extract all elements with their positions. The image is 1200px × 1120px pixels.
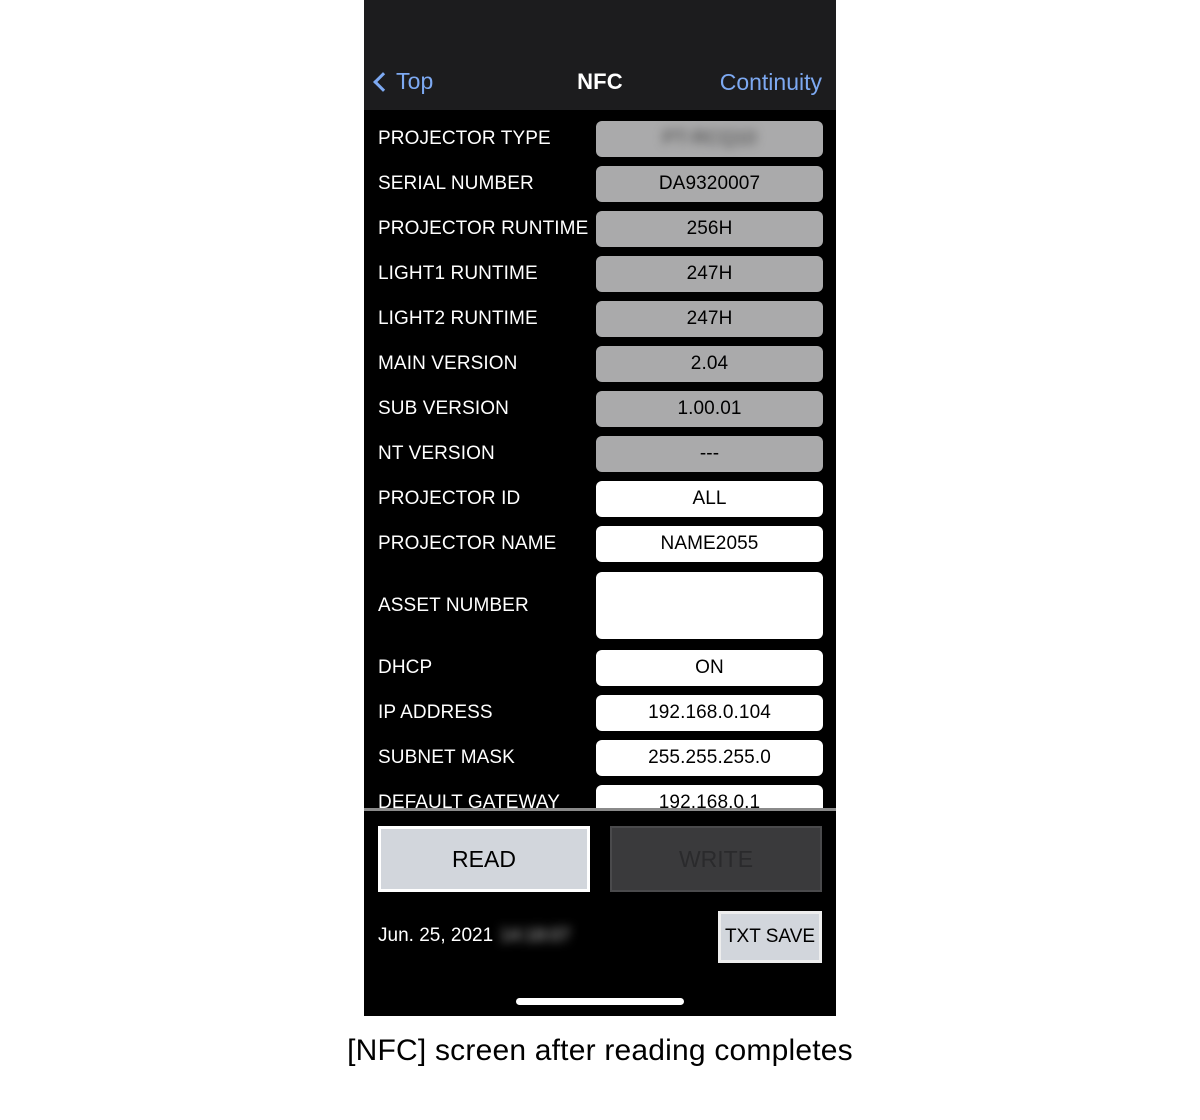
table-row: LIGHT2 RUNTIME 247H: [364, 296, 836, 341]
settings-list[interactable]: PROJECTOR TYPE PT-RCQ10 SERIAL NUMBER DA932…: [364, 110, 836, 810]
row-label: MAIN VERSION: [378, 352, 518, 374]
table-row: PROJECTOR ID ALL: [364, 476, 836, 521]
row-label: SUB VERSION: [378, 397, 509, 419]
row-value-readonly: 247H: [596, 300, 823, 337]
table-row: MAIN VERSION 2.04: [364, 341, 836, 386]
read-button[interactable]: READ: [378, 826, 590, 892]
row-label: PROJECTOR ID: [378, 487, 521, 509]
timestamp-date: Jun. 25, 2021: [378, 925, 494, 946]
home-indicator: [516, 998, 684, 1005]
row-value-input[interactable]: [596, 572, 823, 639]
phone-screen: Top NFC Continuity PROJECTOR TYPE PT-RCQ1…: [364, 0, 836, 1016]
table-row: DHCP ON: [364, 645, 836, 690]
row-label: IP ADDRESS: [378, 701, 493, 723]
row-value-input[interactable]: 255.255.255.0: [596, 739, 823, 776]
table-row: PROJECTOR TYPE PT-RCQ10: [364, 116, 836, 161]
row-label: LIGHT1 RUNTIME: [378, 262, 538, 284]
table-row: SERIAL NUMBER DA9320007: [364, 161, 836, 206]
row-label: PROJECTOR NAME: [378, 532, 557, 554]
row-value-input[interactable]: 192.168.0.1: [596, 784, 823, 810]
row-value-input[interactable]: ALL: [596, 480, 823, 517]
navigation-bar: Top NFC Continuity: [364, 60, 836, 110]
row-value-input[interactable]: NAME2055: [596, 525, 823, 562]
row-label: SUBNET MASK: [378, 746, 515, 768]
figure-caption: [NFC] screen after reading completes: [347, 1034, 853, 1067]
last-read-timestamp: Jun. 25, 2021 14:18:07: [378, 925, 570, 947]
row-label: PROJECTOR TYPE: [378, 127, 551, 149]
table-row: NT VERSION ---: [364, 431, 836, 476]
row-value-input[interactable]: ON: [596, 649, 823, 686]
write-button: WRITE: [610, 826, 822, 892]
table-row: PROJECTOR NAME NAME2055: [364, 521, 836, 566]
table-row: LIGHT1 RUNTIME 247H: [364, 251, 836, 296]
row-value-readonly: 256H: [596, 210, 823, 247]
row-label: ASSET NUMBER: [378, 594, 529, 616]
status-bar: [364, 0, 836, 60]
row-label: PROJECTOR RUNTIME: [378, 217, 589, 239]
row-value-input[interactable]: 192.168.0.104: [596, 694, 823, 731]
table-row: DEFAULT GATEWAY 192.168.0.1: [364, 780, 836, 810]
row-value-readonly: PT-RCQ10: [596, 120, 823, 157]
table-row: SUB VERSION 1.00.01: [364, 386, 836, 431]
table-row: SUBNET MASK 255.255.255.0: [364, 735, 836, 780]
row-label: DHCP: [378, 656, 433, 678]
row-value-readonly: DA9320007: [596, 165, 823, 202]
continuity-button[interactable]: Continuity: [720, 69, 822, 96]
row-label: NT VERSION: [378, 442, 495, 464]
txt-save-button[interactable]: TXT SAVE: [718, 911, 822, 963]
list-bottom-divider: [364, 808, 836, 811]
redacted-value: PT-RCQ10: [662, 127, 757, 149]
row-value-readonly: 247H: [596, 255, 823, 292]
row-label: LIGHT2 RUNTIME: [378, 307, 538, 329]
table-row: IP ADDRESS 192.168.0.104: [364, 690, 836, 735]
table-row: ASSET NUMBER: [364, 566, 836, 645]
row-value-readonly: 1.00.01: [596, 390, 823, 427]
table-row: PROJECTOR RUNTIME 256H: [364, 206, 836, 251]
row-label: SERIAL NUMBER: [378, 172, 534, 194]
row-value-readonly: ---: [596, 435, 823, 472]
row-value-readonly: 2.04: [596, 345, 823, 382]
timestamp-time-redacted: 14:18:07: [500, 925, 571, 945]
